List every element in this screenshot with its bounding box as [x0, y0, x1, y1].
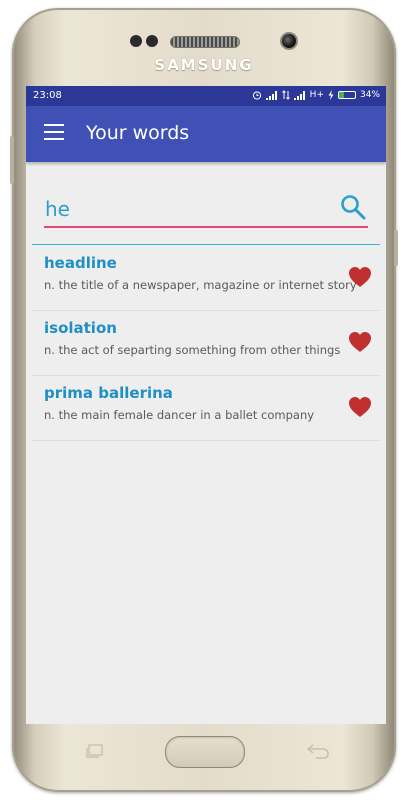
screen: 23:08 H+ 34% Your words he headline n. t…	[26, 86, 386, 724]
list-item[interactable]: isolation n. the act of separting someth…	[32, 311, 380, 376]
heart-icon[interactable]	[348, 396, 372, 418]
brand-logo: SAMSUNG	[154, 56, 254, 74]
power-button	[394, 230, 398, 266]
app-bar: Your words	[26, 106, 386, 162]
word-list: headline n. the title of a newspaper, ma…	[32, 246, 380, 441]
status-icons: H+ 34%	[252, 90, 380, 100]
search-icon[interactable]	[340, 194, 366, 220]
signal-icon	[265, 90, 277, 100]
battery-icon	[337, 91, 356, 99]
hamburger-menu-icon[interactable]	[44, 124, 64, 144]
status-time: 23:08	[33, 90, 62, 101]
charging-icon	[328, 90, 334, 100]
page-title: Your words	[86, 122, 190, 144]
battery-level	[338, 92, 345, 98]
list-item[interactable]: prima ballerina n. the main female dance…	[32, 376, 380, 441]
heart-icon[interactable]	[348, 266, 372, 288]
battery-percent: 34%	[359, 90, 380, 100]
word-definition: n. the act of separting something from o…	[44, 343, 341, 357]
status-bar: 23:08 H+ 34%	[26, 86, 386, 106]
home-button[interactable]	[165, 736, 245, 768]
signal-icon	[293, 90, 305, 100]
recent-apps-icon[interactable]	[86, 744, 104, 758]
heart-icon[interactable]	[348, 331, 372, 353]
light-sensor	[146, 35, 158, 47]
search-underline	[44, 226, 368, 228]
network-type: H+	[309, 90, 324, 100]
word-definition: n. the title of a newspaper, magazine or…	[44, 278, 357, 292]
search-input[interactable]	[44, 192, 335, 226]
proximity-sensor	[130, 35, 142, 47]
alarm-icon	[252, 91, 261, 100]
word-term: prima ballerina	[44, 384, 173, 402]
word-term: headline	[44, 254, 117, 272]
list-divider	[32, 244, 380, 245]
search-bar	[44, 192, 368, 228]
list-item[interactable]: headline n. the title of a newspaper, ma…	[32, 246, 380, 311]
back-icon[interactable]	[306, 742, 330, 760]
front-camera	[280, 32, 298, 50]
earpiece-speaker	[170, 36, 240, 48]
data-arrows-icon	[281, 90, 290, 100]
word-term: isolation	[44, 319, 117, 337]
volume-button	[10, 136, 14, 184]
word-definition: n. the main female dancer in a ballet co…	[44, 408, 315, 422]
